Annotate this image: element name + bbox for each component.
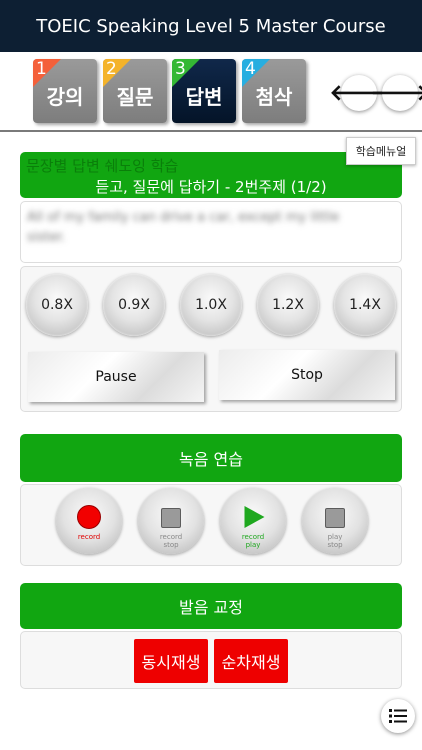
simultaneous-play-label: 동시재생 [141, 653, 201, 672]
lesson-title: 문장별 답변 쉐도잉 학습 [26, 157, 179, 175]
tab-correction[interactable]: 4 첨삭 [242, 59, 306, 123]
lesson-subtitle: 듣고, 질문에 답하기 - 2번주제 (1/2) [95, 178, 327, 196]
stop-label: Stop [291, 367, 323, 383]
app-title-bar: TOEIC Speaking Level 5 Master Course [0, 0, 422, 52]
stop-square-icon [161, 508, 181, 528]
pronunciation-header: 발음 교정 [20, 583, 402, 629]
record-button[interactable]: record [56, 488, 122, 554]
tab-label: 답변 [185, 84, 223, 109]
record-icon [77, 505, 101, 529]
pause-label: Pause [95, 369, 137, 385]
speed-label: 1.4X [349, 297, 381, 313]
speed-label: 1.2X [272, 297, 304, 313]
menu-list-button[interactable] [381, 699, 415, 733]
learning-manual-label: 학습메뉴얼 [355, 145, 407, 158]
record-play-caption: record play [241, 533, 265, 549]
list-icon [389, 709, 407, 723]
recording-practice-title: 녹음 연습 [179, 450, 243, 469]
tab-number: 4 [245, 59, 256, 79]
play-stop-caption: play stop [327, 533, 343, 549]
tab-number: 2 [106, 59, 117, 79]
speed-button-0-8x[interactable]: 0.8X [26, 274, 88, 336]
tab-label: 강의 [46, 84, 84, 109]
record-play-button[interactable]: record play [220, 488, 286, 554]
recording-panel: record record stop record play play stop [20, 484, 402, 566]
lesson-header: 문장별 답변 쉐도잉 학습 듣고, 질문에 답하기 - 2번주제 (1/2) [20, 152, 402, 198]
sequential-play-label: 순차재생 [221, 653, 281, 672]
speed-label: 0.9X [118, 297, 150, 313]
next-button[interactable]: 🡒 [371, 75, 422, 111]
speed-label: 1.0X [195, 297, 227, 313]
tab-label: 질문 [116, 84, 154, 109]
speed-label: 0.8X [41, 297, 73, 313]
app-title: TOEIC Speaking Level 5 Master Course [36, 15, 386, 37]
sentence-panel: All of my family can drive a car, except… [20, 201, 402, 263]
simultaneous-play-button[interactable]: 동시재생 [134, 639, 208, 683]
stop-button[interactable]: Stop [219, 350, 395, 400]
play-icon [242, 506, 265, 528]
tab-lecture[interactable]: 1 강의 [33, 59, 97, 123]
speed-button-1-0x[interactable]: 1.0X [180, 274, 242, 336]
stop-square-icon [325, 508, 345, 528]
pronunciation-panel: 동시재생 순차재생 [20, 631, 402, 689]
speed-button-1-4x[interactable]: 1.4X [334, 274, 396, 336]
learning-manual-button[interactable]: 학습메뉴얼 [346, 137, 416, 165]
tab-label: 첨삭 [255, 84, 293, 109]
record-stop-caption: record stop [159, 533, 183, 549]
pronunciation-title: 발음 교정 [179, 598, 243, 617]
tab-number: 1 [36, 59, 47, 79]
record-stop-button[interactable]: record stop [138, 488, 204, 554]
playback-panel: 0.8X 0.9X 1.0X 1.2X 1.4X Pause Stop [20, 266, 402, 412]
tab-answer[interactable]: 3 답변 [172, 59, 236, 123]
arrow-right-icon: 🡒 [370, 81, 422, 106]
recording-practice-header: 녹음 연습 [20, 434, 402, 482]
pause-button[interactable]: Pause [28, 352, 204, 402]
sequential-play-button[interactable]: 순차재생 [214, 639, 288, 683]
speed-button-1-2x[interactable]: 1.2X [257, 274, 319, 336]
tab-question[interactable]: 2 질문 [103, 59, 167, 123]
sentence-text: All of my family can drive a car, except… [27, 210, 340, 245]
speed-button-0-9x[interactable]: 0.9X [103, 274, 165, 336]
tab-bar: 1 강의 2 질문 3 답변 4 첨삭 🡐 🡒 [0, 52, 422, 132]
play-stop-button[interactable]: play stop [302, 488, 368, 554]
record-caption: record [77, 533, 101, 541]
tab-number: 3 [175, 59, 186, 79]
